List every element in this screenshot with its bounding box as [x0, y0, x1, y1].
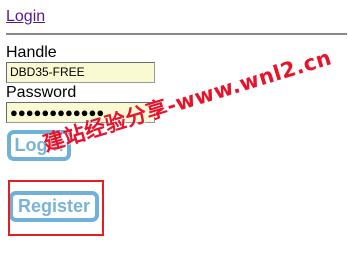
login-button[interactable]: Login — [7, 130, 71, 161]
login-link[interactable]: Login — [6, 8, 45, 26]
password-input[interactable]: ●●●●●●●●●●●● — [6, 102, 155, 123]
handle-input[interactable] — [6, 62, 155, 83]
register-button[interactable]: Register — [9, 191, 99, 222]
divider — [6, 33, 347, 35]
password-label: Password — [6, 84, 77, 101]
handle-label: Handle — [6, 44, 57, 61]
watermark-text: 建站经验分享-www.wnl2.cn — [40, 45, 335, 157]
